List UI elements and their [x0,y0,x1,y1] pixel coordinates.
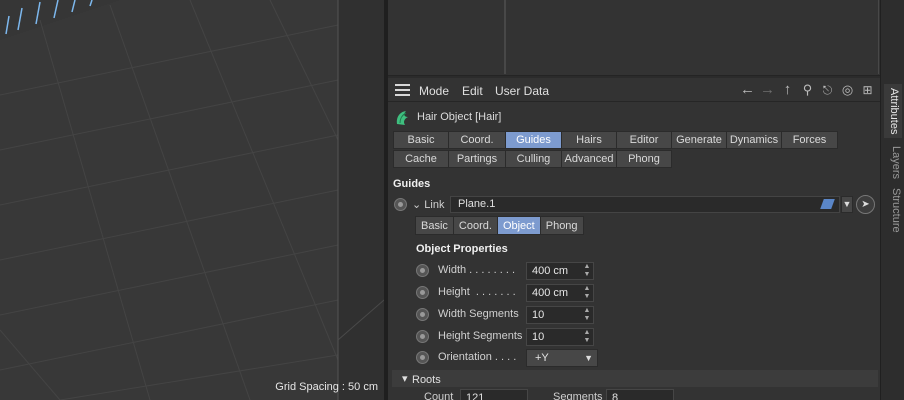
spinner-icon[interactable]: ▲ ▼ [583,307,591,323]
object-manager-column-divider [505,0,506,74]
arrow-right-icon[interactable]: → [759,81,776,99]
tab-partings[interactable]: Partings [448,150,506,168]
tab-basic[interactable]: Basic [393,131,449,149]
attributes-menubar: Mode Edit User Data ← → ↑ ⚲ ⎋ ◎ ⊞ [388,78,880,102]
prop-width-row: Width . . . . . . . . 400 cm ▲ ▼ [388,261,880,281]
orientation-label: Orientation . . . . [438,351,517,363]
segments-field[interactable]: 8 [606,389,674,400]
viewport[interactable]: Grid Spacing : 50 cm [0,0,384,400]
new-panel-icon[interactable]: ⊞ [859,81,876,99]
subtab-object[interactable]: Object [496,216,541,235]
height-field[interactable]: 400 cm ▲ ▼ [526,284,594,302]
segments-value: 8 [612,392,619,400]
link-field[interactable]: Plane.1 [450,196,840,213]
segments-label: Segments [553,391,603,400]
side-tab-structure[interactable]: Structure [884,188,902,233]
tab-phong[interactable]: Phong [616,150,672,168]
prop-height-segments-row: Height Segments 10 ▲ ▼ [388,327,880,347]
side-tabs: Attributes Layers Structure [880,0,904,400]
roots-count-row: Count 121 Segments 8 [388,389,880,400]
roots-label: ▾ Roots [402,373,441,386]
subtab-coord[interactable]: Coord. [452,216,498,235]
count-label: Count [424,391,454,400]
height-value: 400 cm [532,287,569,299]
grid-spacing-label: Grid Spacing : 50 cm [275,381,378,393]
attributes-panel: Mode Edit User Data ← → ↑ ⚲ ⎋ ◎ ⊞ Hair O… [388,78,880,400]
tab-forces[interactable]: Forces [781,131,838,149]
object-title: Hair Object [Hair] [394,108,501,126]
width-segments-animation-toggle[interactable] [416,308,429,321]
object-manager-panel[interactable] [388,0,880,76]
height-label: Height . . . . . . . [438,286,516,298]
object-properties-title: Object Properties [416,243,508,255]
chevron-down-icon: ▼ [584,353,593,363]
object-manager-edge [878,0,879,74]
tab-coord[interactable]: Coord. [448,131,506,149]
section-title-guides: Guides [393,178,431,190]
subtab-phong[interactable]: Phong [539,216,584,235]
count-value: 121 [466,392,485,400]
attribute-tabs-row-1: Basic Coord. Guides Hairs Editor Generat… [393,131,839,149]
height-segments-animation-toggle[interactable] [416,330,429,343]
link-dropdown-button[interactable]: ▼ [841,196,853,213]
tab-generate[interactable]: Generate [671,131,727,149]
link-value: Plane.1 [458,198,496,210]
subtab-basic[interactable]: Basic [415,216,454,235]
prop-height-row: Height . . . . . . . 400 cm ▲ ▼ [388,283,880,303]
orientation-value: +Y [535,352,549,364]
spinner-icon[interactable]: ▲ ▼ [583,329,591,345]
arrow-left-icon[interactable]: ← [739,81,756,99]
side-tab-layers[interactable]: Layers [884,146,902,179]
hamburger-menu-icon[interactable] [395,84,410,96]
link-row: ⌄ Link Plane.1 ▼ ➤ [388,195,880,215]
pick-object-icon[interactable]: ➤ [856,195,875,214]
menu-user-data[interactable]: User Data [495,84,549,98]
orientation-animation-toggle[interactable] [416,351,429,364]
spinner-icon[interactable]: ▲ ▼ [583,285,591,301]
link-animation-toggle[interactable] [394,198,407,211]
width-segments-label: Width Segments [438,308,519,320]
tab-hairs[interactable]: Hairs [561,131,617,149]
link-label[interactable]: ⌄ Link [412,198,444,211]
menu-mode[interactable]: Mode [419,84,449,98]
side-tab-attributes[interactable]: Attributes [884,84,902,139]
search-icon[interactable]: ⚲ [799,81,816,99]
height-segments-field[interactable]: 10 ▲ ▼ [526,328,594,346]
viewport-grid [0,0,384,400]
tab-cache[interactable]: Cache [393,150,449,168]
width-animation-toggle[interactable] [416,264,429,277]
object-manager-column [388,0,505,74]
link-subtabs: Basic Coord. Object Phong [415,216,584,235]
roots-label-text: Roots [412,374,441,386]
arrow-up-icon[interactable]: ↑ [779,81,796,99]
object-title-label: Hair Object [Hair] [417,111,502,123]
tab-editor[interactable]: Editor [616,131,672,149]
target-icon[interactable]: ◎ [839,81,856,99]
attributes-nav-icons: ← → ↑ ⚲ ⎋ ◎ ⊞ [739,81,876,99]
menu-edit[interactable]: Edit [462,84,483,98]
hair-object-icon [396,110,408,125]
width-segments-value: 10 [532,309,545,321]
width-value: 400 cm [532,265,569,277]
width-field[interactable]: 400 cm ▲ ▼ [526,262,594,280]
spinner-icon[interactable]: ▲ ▼ [583,263,591,279]
prop-width-segments-row: Width Segments 10 ▲ ▼ [388,305,880,325]
height-segments-value: 10 [532,331,545,343]
width-segments-field[interactable]: 10 ▲ ▼ [526,306,594,324]
height-segments-label: Height Segments [438,330,523,342]
lock-icon[interactable]: ⎋ [819,81,836,99]
tab-culling[interactable]: Culling [505,150,562,168]
prop-orientation-row: Orientation . . . . +Y ▼ [388,348,880,368]
tab-guides[interactable]: Guides [505,131,562,149]
tab-advanced[interactable]: Advanced [561,150,617,168]
tab-dynamics[interactable]: Dynamics [726,131,782,149]
width-label: Width . . . . . . . . [438,264,516,276]
link-label-text: Link [424,199,445,211]
roots-group-header[interactable]: ▾ Roots [392,370,878,387]
count-field[interactable]: 121 [460,389,528,400]
height-animation-toggle[interactable] [416,286,429,299]
attribute-tabs-row-2: Cache Partings Culling Advanced Phong [393,150,839,168]
orientation-select[interactable]: +Y ▼ [526,349,598,367]
edit-icon[interactable] [820,199,835,209]
